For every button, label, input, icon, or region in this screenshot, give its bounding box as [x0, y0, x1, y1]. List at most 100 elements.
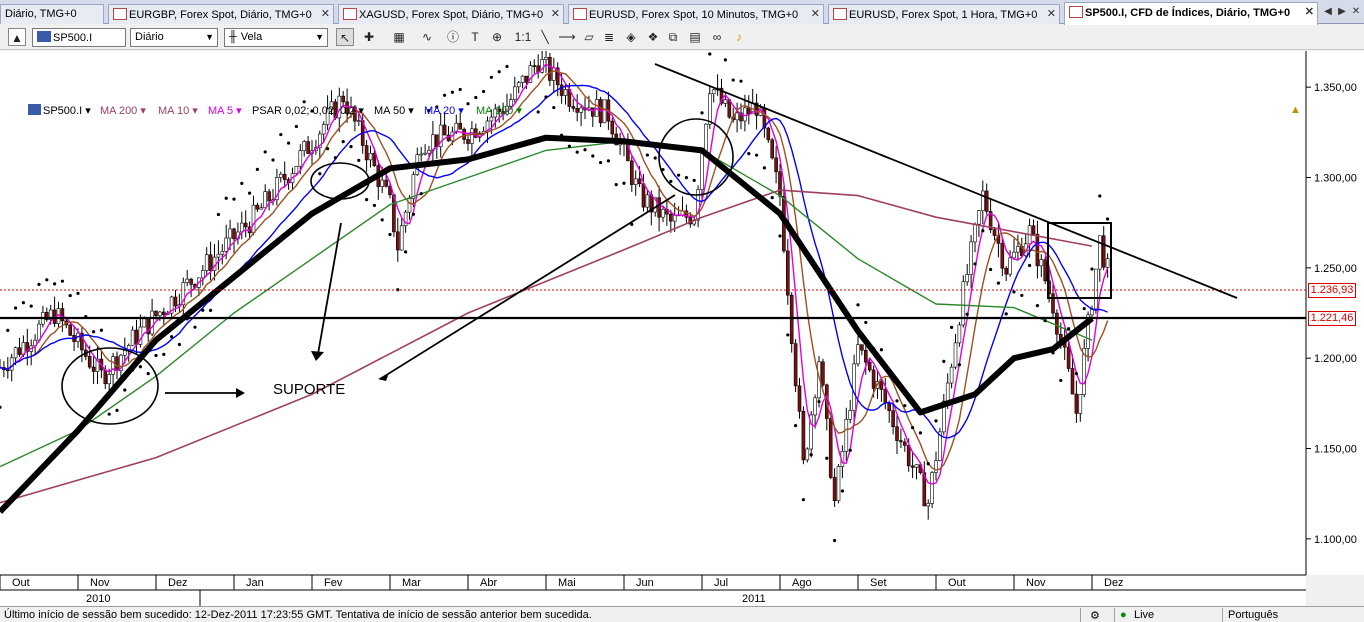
period-select[interactable]: Diário ▼	[130, 28, 218, 47]
psar-dot	[934, 419, 938, 423]
psar-dot	[864, 320, 868, 325]
bell-icon[interactable]: ♪	[730, 28, 748, 46]
channel-tool-icon[interactable]: ▱	[580, 28, 598, 46]
candle-body	[1016, 246, 1020, 253]
candle-icon: ╫	[229, 31, 237, 43]
crosshair-icon[interactable]: ✚	[360, 28, 378, 46]
psar-dot	[357, 158, 361, 162]
settings-icon[interactable]: ⚙	[1090, 609, 1100, 622]
psar-dot	[240, 181, 244, 185]
tab-label: EURGBP, Forex Spot, Diário, TMG+0	[129, 9, 312, 21]
close-icon[interactable]: ✕	[1350, 6, 1362, 20]
close-icon[interactable]: ✕	[1305, 5, 1314, 18]
indicator-ma50[interactable]: MA 50 ▾	[374, 104, 414, 117]
candle-body	[1105, 258, 1110, 268]
tab-xagusd[interactable]: XAGUSD, Forex Spot, Diário, TMG+0 ✕	[338, 4, 564, 24]
psar-dot	[879, 348, 884, 352]
candle-body	[610, 120, 615, 135]
indicator-psar[interactable]: PSAR 0,02; 0,02; 0,2 ▾	[252, 104, 364, 117]
psar-dot	[622, 181, 626, 185]
tab-eurusd-10m[interactable]: EURUSD, Forex Spot, 10 Minutos, TMG+0 ✕	[568, 4, 824, 24]
candle-body	[926, 503, 931, 507]
candle-body	[1043, 259, 1047, 282]
indicator-ma20[interactable]: MA 20 ▾	[424, 104, 464, 117]
psar-dot	[645, 153, 650, 157]
zoom-icon[interactable]: ⊕	[488, 28, 506, 46]
tab-scroll-left-icon[interactable]: ◀	[1322, 6, 1334, 20]
candle-body	[282, 173, 287, 180]
candle-body	[263, 191, 268, 209]
text-icon[interactable]: T	[466, 28, 484, 46]
candle-body	[1035, 233, 1040, 267]
candle-body	[914, 464, 919, 468]
wave-icon[interactable]: ∿	[418, 28, 436, 46]
tab-eurusd-1h[interactable]: EURUSD, Forex Spot, 1 Hora, TMG+0 ✕	[828, 4, 1060, 24]
candle-body	[380, 179, 385, 187]
support-price-tag: 1.221,46	[1308, 311, 1356, 326]
psar-dot	[53, 282, 57, 286]
line-tool-icon[interactable]: ╲	[536, 28, 554, 46]
price-tick-label: 1.250,00	[1314, 263, 1357, 275]
grid-icon[interactable]: ▦	[390, 28, 408, 46]
psar-dot	[248, 191, 252, 195]
psar-dot	[458, 87, 462, 92]
indicator-ma5[interactable]: MA 5 ▾	[208, 104, 242, 117]
cursor-icon[interactable]: ↖	[336, 28, 354, 46]
fibonacci-icon[interactable]: ≣	[600, 28, 618, 46]
psar-dot	[170, 335, 174, 339]
chevron-up-icon[interactable]: ▲	[8, 28, 26, 46]
objects-icon[interactable]: ❖	[644, 28, 662, 46]
candle-body	[906, 445, 911, 467]
psar-dot	[638, 142, 642, 146]
psar-dot	[981, 229, 985, 233]
tab-scroll-right-icon[interactable]: ▶	[1336, 6, 1348, 20]
candle-body	[1004, 267, 1009, 275]
tab-sp500[interactable]: SP500.I, CFD de Índices, Diário, TMG+0 ✕	[1064, 2, 1318, 25]
close-icon[interactable]: ✕	[321, 7, 330, 20]
candle-body	[766, 127, 771, 141]
link-icon[interactable]: ∞	[708, 28, 726, 46]
candle-body	[220, 251, 225, 255]
indicator-ma100[interactable]: MA 100 ▾	[476, 104, 522, 117]
time-tick-label: Jan	[246, 577, 264, 589]
psar-dot	[825, 456, 829, 460]
psar-dot	[107, 412, 111, 416]
psar-dot	[404, 250, 408, 254]
psar-dot	[193, 325, 197, 329]
info-icon[interactable]: ⓘ	[444, 28, 462, 46]
suporte-annotation[interactable]: SUPORTE	[273, 381, 345, 398]
close-icon[interactable]: ✕	[811, 7, 820, 20]
divider	[1080, 608, 1081, 622]
candle-body	[1066, 346, 1071, 369]
period-value: Diário	[135, 31, 164, 43]
candle-body	[711, 89, 716, 95]
psar-dot	[762, 166, 767, 170]
price-chart[interactable]: 1.100,00 1.150,00 1.200,00 1.250,00 1.300,00…	[0, 51, 1364, 606]
chart-type-select[interactable]: ╫ Vela ▼	[224, 28, 328, 47]
tab-0[interactable]: Diário, TMG+0	[0, 4, 104, 24]
tab-eurgbp[interactable]: EURGBP, Forex Spot, Diário, TMG+0 ✕	[108, 4, 334, 24]
close-icon[interactable]: ✕	[1047, 7, 1056, 20]
candle-body	[130, 329, 135, 346]
chart-area[interactable]: 1.100,00 1.150,00 1.200,00 1.250,00 1.300,00…	[0, 51, 1364, 606]
psar-dot	[341, 139, 345, 144]
alarm-icon[interactable]: ▲	[1290, 104, 1301, 116]
ray-tool-icon[interactable]: ⟶	[558, 28, 576, 46]
divider	[1222, 608, 1223, 622]
one-to-one-button[interactable]: 1:1	[514, 28, 532, 46]
indicator-symbol[interactable]: SP500.I ▾	[28, 104, 91, 117]
close-icon[interactable]: ✕	[551, 7, 560, 20]
template-icon[interactable]: ⧉	[664, 28, 682, 46]
candle-body	[427, 149, 431, 154]
time-tick-label: Jul	[714, 577, 728, 589]
language-status[interactable]: Português	[1228, 609, 1278, 621]
candle-body	[860, 344, 864, 351]
candle-body	[407, 198, 412, 213]
indicator-ma200[interactable]: MA 200 ▾	[100, 104, 146, 117]
indicators-icon[interactable]: ▤	[686, 28, 704, 46]
symbol-selector[interactable]: SP500.I	[32, 28, 126, 47]
indicator-ma10[interactable]: MA 10 ▾	[158, 104, 198, 117]
time-tick-label: Fev	[324, 577, 343, 589]
shapes-icon[interactable]: ◈	[622, 28, 640, 46]
candle-body	[107, 374, 111, 385]
